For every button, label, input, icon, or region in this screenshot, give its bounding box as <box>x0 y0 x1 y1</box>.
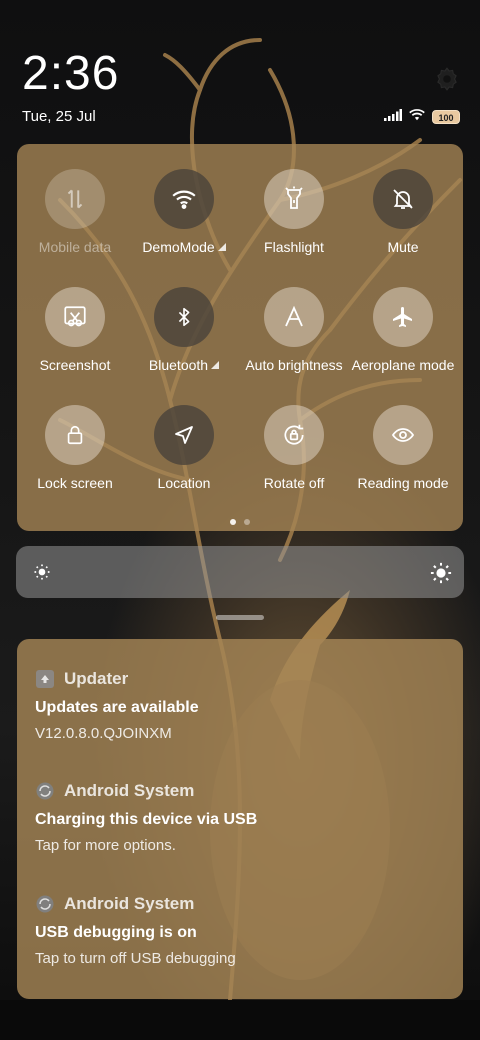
cellular-signal-icon <box>384 108 402 126</box>
notification-title: USB debugging is on <box>35 924 197 941</box>
tile-aeroplane-mode[interactable]: Aeroplane mode <box>348 287 458 397</box>
wifi-icon <box>408 108 426 126</box>
tile-label: Location <box>157 475 211 491</box>
app-name: Android System <box>64 781 195 800</box>
gear-icon[interactable] <box>434 66 460 92</box>
tile-label: Rotate off <box>263 475 325 491</box>
tile-bluetooth[interactable]: Bluetooth <box>129 287 239 397</box>
tile-label: Aeroplane mode <box>351 357 455 373</box>
tile-label-text: DemoMode <box>142 239 215 255</box>
notification-panel: Updater Updates are available V12.0.8.0.… <box>17 639 463 999</box>
page-dot-active <box>230 519 236 525</box>
tile-label: Lock screen <box>37 475 113 491</box>
android-system-icon <box>35 781 55 801</box>
tile-location[interactable]: Location <box>129 405 239 515</box>
tile-mobile-data[interactable]: Mobile data <box>20 169 130 279</box>
notification-usb-debugging[interactable]: Android System USB debugging is on Tap t… <box>35 892 445 968</box>
flashlight-icon <box>264 169 324 229</box>
date[interactable]: Tue, 25 Jul <box>22 108 96 126</box>
notification-usb-charging[interactable]: Android System Charging this device via … <box>35 779 445 855</box>
status-bar: 2:36 Tue, 25 Jul 100 <box>0 0 480 140</box>
tile-label: Mobile data <box>38 239 112 255</box>
app-name: Updater <box>64 669 129 688</box>
scissors-icon <box>45 287 105 347</box>
clock[interactable]: 2:36 <box>22 48 119 100</box>
location-arrow-icon <box>154 405 214 465</box>
android-system-icon <box>35 894 55 914</box>
updater-icon <box>35 669 55 689</box>
tile-flashlight[interactable]: Flashlight <box>239 169 349 279</box>
notification-header: Android System <box>35 892 445 916</box>
tile-label: Mute <box>387 239 419 255</box>
wifi-icon <box>154 169 214 229</box>
notification-body: Tap for more options. <box>35 837 176 854</box>
auto-brightness-icon <box>264 287 324 347</box>
bell-off-icon <box>373 169 433 229</box>
tile-screenshot[interactable]: Screenshot <box>20 287 130 397</box>
tile-label: DemoMode <box>121 239 247 255</box>
notification-body: V12.0.8.0.QJOINXM <box>35 725 172 742</box>
rotation-lock-icon <box>264 405 324 465</box>
tile-label: Auto brightness <box>245 357 343 373</box>
drag-handle[interactable] <box>216 615 264 620</box>
expand-arrow-icon <box>211 361 220 369</box>
tile-lock-screen[interactable]: Lock screen <box>20 405 130 515</box>
lock-icon <box>45 405 105 465</box>
notification-updater[interactable]: Updater Updates are available V12.0.8.0.… <box>35 667 445 743</box>
tile-auto-brightness[interactable]: Auto brightness <box>239 287 349 397</box>
tile-reading-mode[interactable]: Reading mode <box>348 405 458 515</box>
page-indicator <box>17 519 463 525</box>
tile-label: Flashlight <box>264 239 324 255</box>
bluetooth-icon <box>154 287 214 347</box>
notification-title: Charging this device via USB <box>35 811 258 828</box>
notification-header: Updater <box>35 667 445 691</box>
tile-label-text: Bluetooth <box>148 357 209 373</box>
tile-label: Reading mode <box>357 475 449 491</box>
expand-arrow-icon <box>217 243 226 251</box>
brightness-high-icon <box>430 562 452 584</box>
brightness-low-icon <box>32 562 52 582</box>
eye-icon <box>373 405 433 465</box>
tile-label: Screenshot <box>39 357 111 373</box>
system-icons: 100 <box>384 108 460 126</box>
page-dot <box>244 519 250 525</box>
battery-icon: 100 <box>432 110 460 124</box>
quick-settings-panel: Mobile data DemoMode Flashlight Mute Scr… <box>17 144 463 531</box>
tile-rotate-off[interactable]: Rotate off <box>239 405 349 515</box>
notification-header: Android System <box>35 779 445 803</box>
tile-mute[interactable]: Mute <box>348 169 458 279</box>
app-name: Android System <box>64 894 195 913</box>
brightness-slider[interactable] <box>16 546 464 598</box>
mobile-data-icon <box>45 169 105 229</box>
tile-label: Bluetooth <box>121 357 247 373</box>
notification-title: Updates are available <box>35 699 199 716</box>
notification-body: Tap to turn off USB debugging <box>35 950 236 967</box>
tile-wifi[interactable]: DemoMode <box>129 169 239 279</box>
airplane-icon <box>373 287 433 347</box>
